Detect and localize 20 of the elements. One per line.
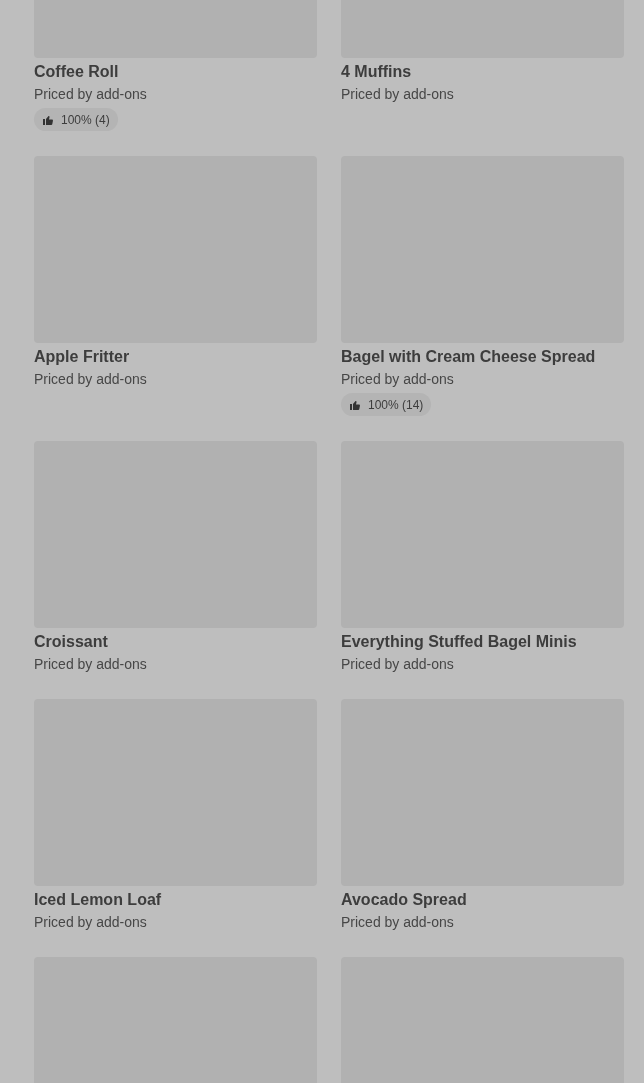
thumbs-up-icon: [42, 113, 54, 126]
item-title[interactable]: Bagel with Cream Cheese Spread: [341, 347, 596, 367]
item-subtitle: Priced by add-ons: [34, 913, 147, 932]
item-subtitle: Priced by add-ons: [341, 655, 454, 674]
item-title[interactable]: Everything Stuffed Bagel Minis: [341, 632, 577, 652]
item-title[interactable]: 4 Muffins: [341, 62, 412, 82]
item-title[interactable]: Croissant: [34, 632, 108, 652]
item-subtitle: Priced by add-ons: [34, 655, 147, 674]
item-subtitle: Priced by add-ons: [34, 370, 147, 389]
thumbs-up-icon: [349, 398, 361, 411]
item-title[interactable]: Apple Fritter: [34, 347, 130, 367]
rating-badge: 100% (4): [34, 108, 118, 131]
item-subtitle: Priced by add-ons: [341, 913, 454, 932]
item-subtitle: Priced by add-ons: [341, 370, 454, 389]
item-subtitle: Priced by add-ons: [34, 85, 147, 104]
rating-badge: 100% (14): [341, 393, 432, 416]
item-subtitle: Priced by add-ons: [341, 85, 454, 104]
item-title[interactable]: Coffee Roll: [34, 62, 119, 82]
item-title[interactable]: Avocado Spread: [341, 890, 467, 910]
item-title[interactable]: Iced Lemon Loaf: [34, 890, 162, 910]
